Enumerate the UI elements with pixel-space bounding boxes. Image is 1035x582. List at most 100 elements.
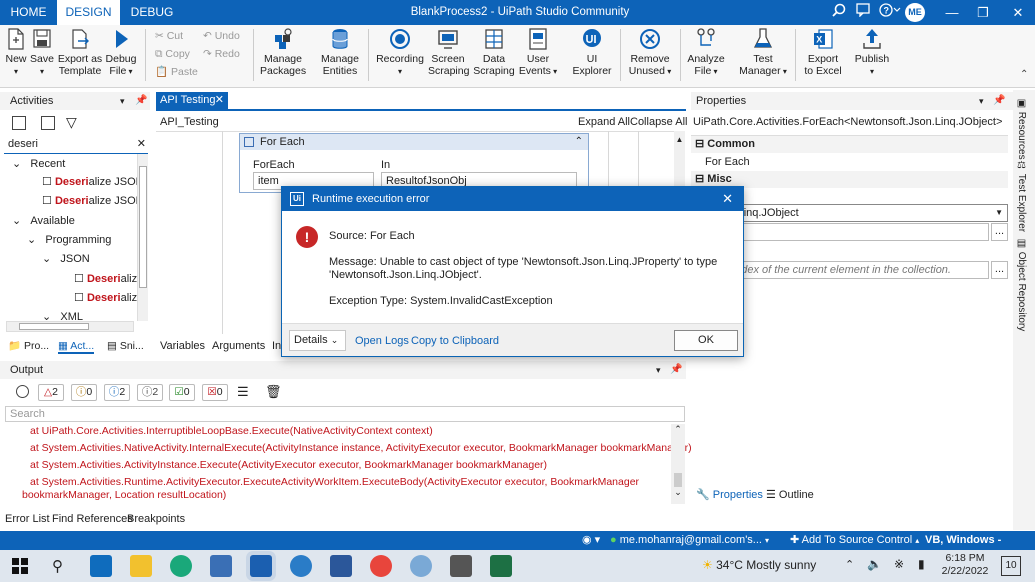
remove-unused-button[interactable]: Remove Unused ▾ bbox=[627, 27, 673, 78]
data-scraping-button[interactable]: Data Scraping bbox=[472, 27, 516, 77]
battery-icon[interactable]: ▮ bbox=[918, 557, 925, 571]
calculator-icon[interactable] bbox=[450, 555, 472, 577]
tab-project[interactable]: 📁 Pro... bbox=[8, 338, 49, 354]
uipath-assistant-icon[interactable] bbox=[290, 555, 312, 577]
tree-item-deserialize-json[interactable]: ☐ Deserializ bbox=[74, 270, 137, 288]
ui-explorer-button[interactable]: UI Explorer bbox=[572, 27, 612, 77]
pin-icon[interactable]: 📌 bbox=[993, 92, 1005, 110]
edge-icon[interactable] bbox=[170, 555, 192, 577]
test-manager-button[interactable]: Test Manager ▾ bbox=[738, 27, 788, 78]
panel-menu-icon[interactable]: ▾ bbox=[979, 92, 984, 110]
tree-node-available[interactable]: ⌄ Available bbox=[12, 212, 75, 230]
tray-chevron-icon[interactable]: ⌃ bbox=[845, 558, 854, 571]
errors-filter[interactable]: △2 bbox=[38, 384, 64, 401]
details-dropdown[interactable]: Details ⌄ bbox=[289, 330, 346, 351]
notifications-badge[interactable]: 10 bbox=[1001, 556, 1021, 576]
tree-item-deserialize-json[interactable]: ☐ Deserializ bbox=[74, 289, 137, 307]
windows-start-icon[interactable] bbox=[12, 558, 28, 574]
tab-imports[interactable]: In bbox=[272, 338, 281, 354]
tab-debug[interactable]: DEBUG bbox=[122, 0, 182, 25]
verification-passed-filter[interactable]: ☑0 bbox=[169, 384, 195, 401]
expand-all-icon[interactable] bbox=[12, 116, 26, 130]
user-events-button[interactable]: User Events ▾ bbox=[518, 27, 558, 78]
tab-find-references[interactable]: Find References bbox=[52, 511, 133, 527]
volume-icon[interactable]: 🔈 bbox=[867, 557, 882, 571]
activities-hscrollbar[interactable] bbox=[6, 321, 134, 332]
paste-button[interactable]: 📋 Paste bbox=[155, 65, 198, 79]
output-search-input[interactable]: Search bbox=[5, 406, 685, 422]
activities-search-box[interactable]: deseri ✕ bbox=[4, 136, 148, 154]
cut-button[interactable]: ✂ Cut bbox=[155, 29, 183, 43]
tab-test-explorer[interactable]: ⚖ Test Explorer bbox=[1016, 160, 1027, 232]
tab-outline[interactable]: ☰ Outline bbox=[766, 487, 814, 503]
app-icon[interactable] bbox=[210, 555, 232, 577]
collapse-all-link[interactable]: Collapse All bbox=[630, 116, 687, 128]
taskbar-clock[interactable]: 6:18 PM 2/22/2022 bbox=[940, 552, 990, 578]
designer-tab[interactable]: API Testing ✕ bbox=[156, 92, 228, 109]
tree-node-recent[interactable]: ⌄ Recent bbox=[12, 155, 65, 173]
trash-icon[interactable]: 🗑 bbox=[265, 384, 282, 400]
panel-menu-icon[interactable]: ▾ bbox=[656, 361, 661, 379]
manage-entities-button[interactable]: Manage Entities bbox=[318, 27, 362, 77]
verification-failed-filter[interactable]: ☒0 bbox=[202, 384, 228, 401]
excel-icon[interactable] bbox=[490, 555, 512, 577]
minimize-button[interactable]: — bbox=[937, 0, 967, 25]
warnings-filter[interactable]: ⓘ0 bbox=[71, 384, 97, 401]
close-button[interactable]: ✕ bbox=[1003, 0, 1033, 25]
word-icon[interactable] bbox=[330, 555, 352, 577]
category-common[interactable]: ⊟ Common bbox=[691, 136, 1008, 153]
export-excel-button[interactable]: X Export to Excel bbox=[802, 27, 844, 77]
open-logs-link[interactable]: Open Logs bbox=[355, 335, 409, 347]
debug-file-button[interactable]: Debug File ▾ bbox=[105, 27, 137, 78]
tree-node-xml[interactable]: ⌄ XML bbox=[42, 308, 83, 321]
ok-button[interactable]: OK bbox=[674, 330, 738, 351]
new-button[interactable]: New ▾ bbox=[4, 27, 28, 78]
collapse-icon[interactable]: ⌃ bbox=[575, 134, 583, 150]
clear-search-icon[interactable]: ✕ bbox=[137, 137, 146, 150]
close-tab-icon[interactable]: ✕ bbox=[215, 92, 224, 109]
weather-widget[interactable]: ☀ 34°C Mostly sunny bbox=[702, 558, 816, 572]
collapse-all-icon[interactable] bbox=[41, 116, 55, 130]
user-avatar[interactable]: ME bbox=[905, 3, 925, 22]
undo-button[interactable]: ↶ Undo bbox=[203, 29, 240, 43]
index-ellipsis-button[interactable]: ... bbox=[991, 261, 1008, 279]
add-source-control-button[interactable]: ✚ Add To Source Control ▴ bbox=[790, 531, 919, 550]
info-filter[interactable]: ⓘ2 bbox=[104, 384, 130, 401]
dialog-close-icon[interactable]: ✕ bbox=[722, 187, 733, 211]
network-icon[interactable]: ※ bbox=[894, 557, 904, 571]
analyze-file-button[interactable]: Analyze File ▾ bbox=[686, 27, 726, 78]
tab-variables[interactable]: Variables bbox=[160, 338, 205, 354]
clock-icon[interactable] bbox=[16, 385, 29, 398]
connected-account[interactable]: ● me.mohanraj@gmail.com's... ▾ bbox=[610, 531, 769, 550]
chrome-icon[interactable] bbox=[370, 555, 392, 577]
values-ellipsis-button[interactable]: ... bbox=[991, 223, 1008, 241]
output-vscrollbar[interactable]: ⌃ ⌄ bbox=[671, 424, 685, 504]
uipath-studio-icon[interactable] bbox=[250, 555, 272, 577]
save-button[interactable]: Save ▾ bbox=[30, 27, 54, 78]
ribbon-collapse-icon[interactable]: ⌃ bbox=[1020, 69, 1028, 80]
export-template-button[interactable]: Export as Template bbox=[57, 27, 103, 77]
tab-object-repository[interactable]: ▤ Object Repository bbox=[1016, 238, 1027, 331]
tab-breakpoints[interactable]: Breakpoints bbox=[127, 511, 185, 527]
help-icon[interactable]: ? bbox=[874, 0, 906, 25]
activities-vscrollbar[interactable] bbox=[137, 154, 148, 321]
tree-node-json[interactable]: ⌄ JSON bbox=[42, 250, 90, 268]
manage-packages-button[interactable]: Manage Packages bbox=[260, 27, 306, 77]
tab-resources[interactable]: ▣ Resources bbox=[1016, 98, 1027, 160]
pin-icon[interactable]: 📌 bbox=[670, 361, 682, 379]
tab-error-list[interactable]: Error List bbox=[5, 511, 50, 527]
recording-button[interactable]: Recording ▾ bbox=[375, 27, 425, 78]
tab-arguments[interactable]: Arguments bbox=[212, 338, 265, 354]
tab-snippets[interactable]: ▤ Sni... bbox=[107, 338, 144, 354]
file-explorer-icon[interactable] bbox=[130, 555, 152, 577]
tab-properties[interactable]: 🔧 Properties bbox=[696, 487, 763, 503]
trace-filter[interactable]: ⓘ2 bbox=[137, 384, 163, 401]
copy-button[interactable]: ⧉ Copy bbox=[155, 47, 190, 61]
maximize-button[interactable]: ❐ bbox=[968, 0, 998, 25]
tree-item-deserialize-json[interactable]: ☐ Deserialize JSON bbox=[42, 173, 144, 191]
paint-icon[interactable] bbox=[410, 555, 432, 577]
taskbar-search-icon[interactable]: ⚲ bbox=[52, 557, 63, 575]
foreach-activity[interactable]: For Each ⌃ ForEach In item ResultofJsonO… bbox=[239, 133, 589, 193]
filter-icon[interactable]: ▽ bbox=[66, 114, 77, 131]
tab-home[interactable]: HOME bbox=[0, 0, 57, 25]
